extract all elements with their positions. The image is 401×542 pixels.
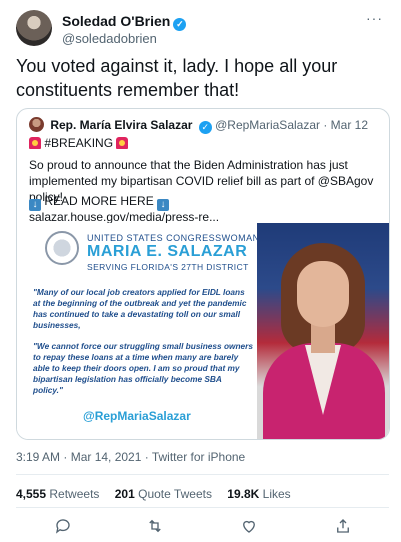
image-banner-sub: SERVING FLORIDA'S 27TH DISTRICT	[87, 262, 249, 272]
verified-icon: ✓	[173, 18, 187, 31]
breaking-text: #BREAKING	[44, 136, 114, 150]
retweets-stat[interactable]: 4,555 Retweets	[16, 487, 99, 501]
portrait-photo	[257, 223, 389, 439]
divider	[16, 507, 389, 508]
quoted-tweet[interactable]: Rep. María Elvira Salazar ✓ @RepMariaSal…	[16, 108, 390, 440]
engagement-stats: 4,555 Retweets 201 Quote Tweets 19.8K Li…	[16, 487, 303, 501]
likes-label: Likes	[262, 487, 291, 501]
author-name[interactable]: Soledad O'Brien	[62, 13, 170, 29]
alarm-icon	[116, 137, 129, 149]
avatar[interactable]	[16, 10, 52, 46]
image-quote-2: "We cannot force our struggling small bu…	[33, 341, 254, 395]
retweets-label: Retweets	[49, 487, 100, 501]
tweet-author: Soledad O'Brien ✓ @soledadobrien ···	[16, 8, 389, 48]
likes-stat[interactable]: 19.8K Likes	[227, 487, 290, 501]
quotes-stat[interactable]: 201 Quote Tweets	[115, 487, 212, 501]
congress-seal-icon	[45, 231, 79, 265]
like-icon[interactable]	[238, 515, 260, 537]
quoted-name: Rep. María Elvira Salazar	[50, 118, 193, 132]
likes-count: 19.8K	[227, 487, 260, 501]
author-name-row[interactable]: Soledad O'Brien ✓	[62, 13, 187, 31]
author-handle[interactable]: @soledadobrien	[62, 31, 157, 46]
quotes-count: 201	[114, 487, 135, 501]
tweet-timestamp[interactable]: 3:19 AM · Mar 14, 2021 · Twitter for iPh…	[16, 450, 245, 464]
more-icon[interactable]: ···	[366, 10, 383, 26]
quotes-label: Quote Tweets	[138, 487, 212, 501]
alarm-icon	[29, 137, 41, 149]
verified-icon: ✓	[198, 121, 212, 134]
divider	[16, 474, 389, 475]
retweets-count: 4,555	[16, 487, 47, 501]
image-handle: @RepMariaSalazar	[83, 409, 191, 423]
action-bar	[16, 515, 389, 537]
quoted-header: Rep. María Elvira Salazar ✓ @RepMariaSal…	[29, 117, 381, 134]
quoted-handle: @RepMariaSalazar	[215, 118, 320, 132]
retweet-icon[interactable]	[144, 515, 166, 537]
read-more-text: READ MORE HERE	[44, 194, 154, 208]
image-banner-top: UNITED STATES CONGRESSWOMAN	[87, 233, 260, 243]
image-quote-1: "Many of our local job creators applied …	[33, 287, 247, 330]
share-icon[interactable]	[332, 515, 354, 537]
quoted-date: · Mar 12	[323, 118, 369, 132]
breaking-line: #BREAKING	[29, 135, 379, 151]
quoted-image[interactable]: UNITED STATES CONGRESSWOMAN MARIA E. SAL…	[17, 223, 389, 439]
tweet-text: You voted against it, lady. I hope all y…	[16, 56, 338, 100]
quoted-avatar	[29, 117, 44, 132]
image-banner-name: MARIA E. SALAZAR	[87, 243, 248, 260]
reply-icon[interactable]	[52, 515, 74, 537]
